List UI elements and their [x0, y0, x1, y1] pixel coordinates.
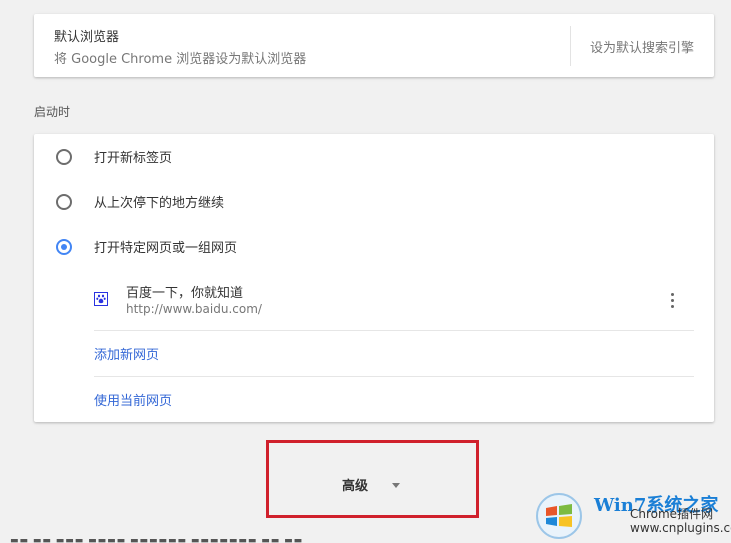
use-current-pages-link[interactable]: 使用当前网页 [94, 390, 172, 409]
radio-label: 从上次停下的地方继续 [94, 196, 225, 211]
radio-label: 打开特定网页或一组网页 [94, 241, 238, 256]
startup-option-new-tab[interactable]: 打开新标签页 [34, 144, 714, 170]
windows-logo-icon [536, 493, 582, 539]
watermark-line: www.cnplugins.com [630, 521, 731, 535]
radio-button-checked[interactable] [56, 239, 72, 255]
make-default-button[interactable]: 设为默认搜索引擎 [590, 37, 694, 56]
site-watermark: Win7系统之家 Chrome插件网 www.cnplugins.com [534, 486, 731, 543]
radio-button-unchecked[interactable] [56, 194, 72, 210]
baidu-paw-icon [94, 292, 108, 306]
startup-page-url: http://www.baidu.com/ [126, 302, 262, 316]
startup-page-title: 百度一下，你就知道 [126, 286, 244, 301]
startup-option-specific-pages[interactable]: 打开特定网页或一组网页 [34, 234, 714, 260]
divider [94, 376, 694, 377]
startup-card: 打开新标签页 从上次停下的地方继续 打开特定网页或一组网页 百度一下，你就知道 … [34, 134, 714, 422]
radio-button-unchecked[interactable] [56, 149, 72, 165]
more-actions-icon[interactable] [666, 292, 680, 310]
default-browser-title: 默认浏览器 [54, 30, 120, 45]
watermark-line: Chrome插件网 [630, 507, 714, 521]
divider [94, 330, 694, 331]
add-new-page-link[interactable]: 添加新网页 [94, 344, 159, 363]
default-browser-card: 默认浏览器 将 Google Chrome 浏览器设为默认浏览器 设为默认搜索引… [34, 14, 714, 77]
highlight-annotation-box [266, 440, 479, 518]
radio-label: 打开新标签页 [94, 151, 173, 166]
default-browser-description: 将 Google Chrome 浏览器设为默认浏览器 [54, 52, 307, 67]
startup-page-entry: 百度一下，你就知道 http://www.baidu.com/ [94, 278, 694, 322]
divider [570, 26, 571, 66]
startup-option-continue[interactable]: 从上次停下的地方继续 [34, 189, 714, 215]
startup-section-heading: 启动时 [34, 105, 71, 119]
